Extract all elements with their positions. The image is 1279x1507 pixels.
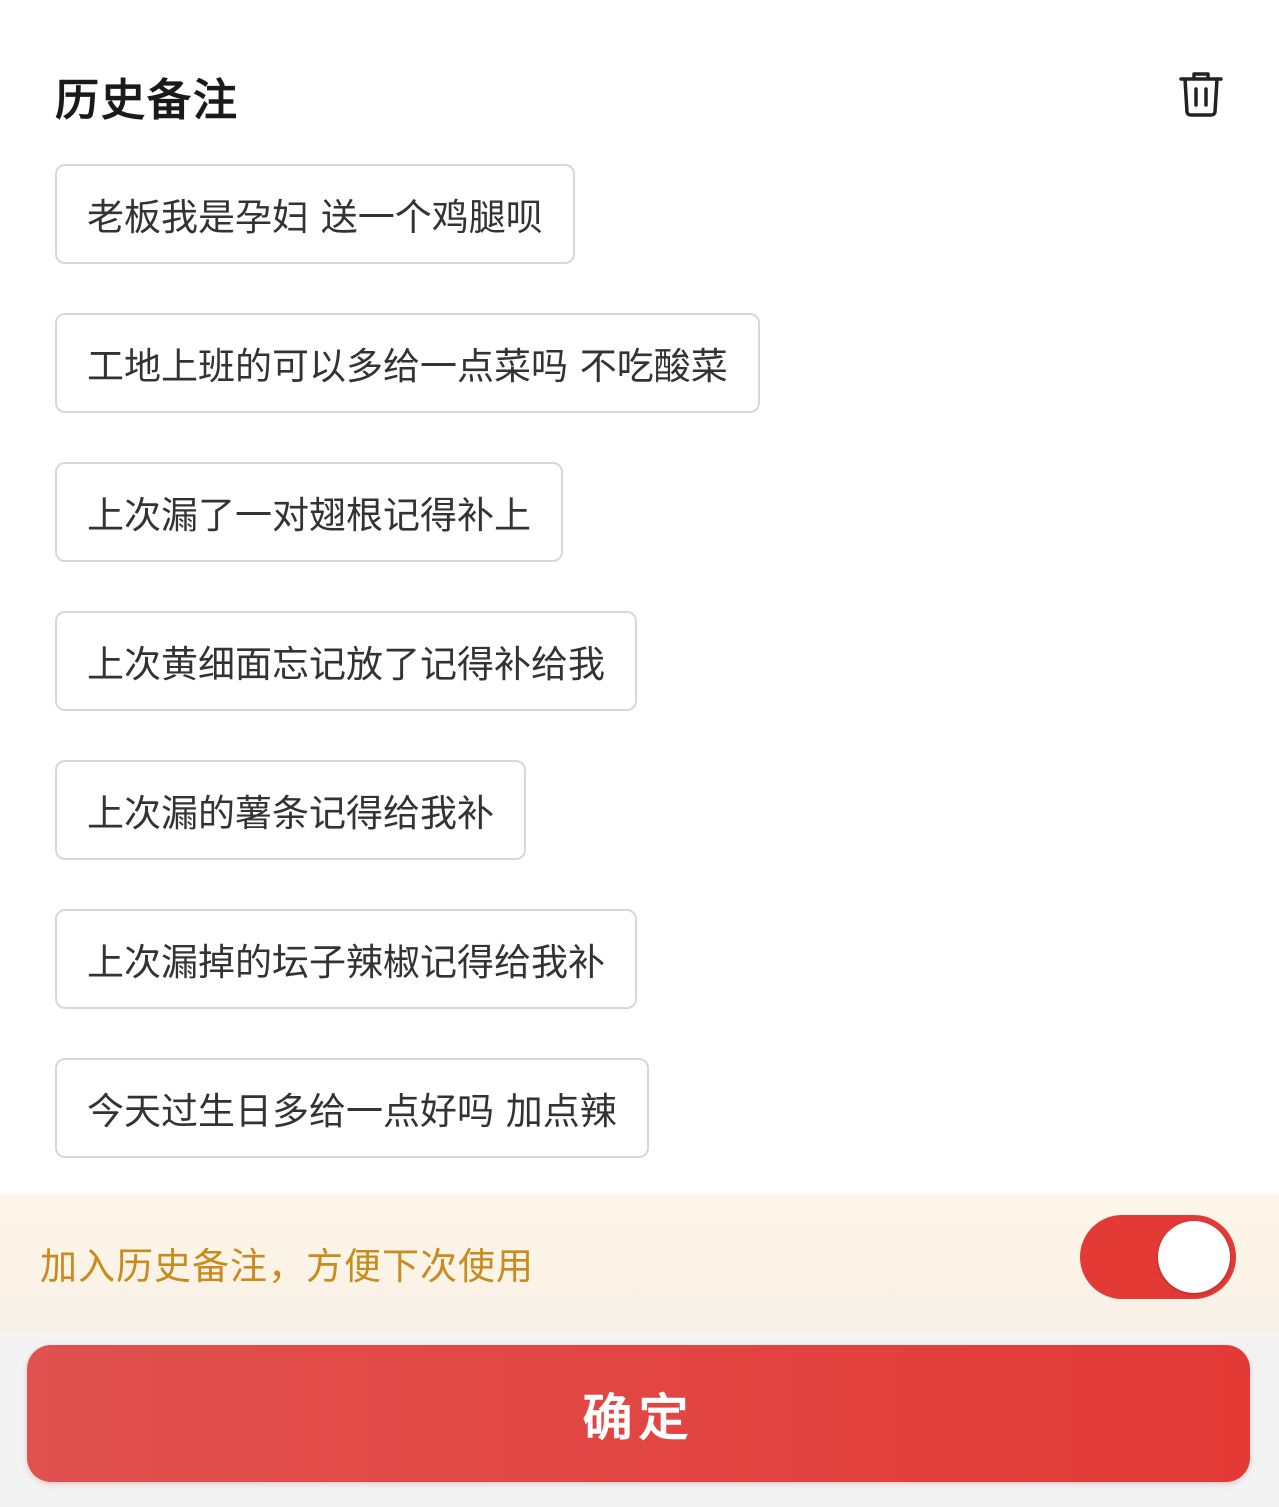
trash-icon [1179, 72, 1223, 117]
header: 历史备注 [55, 58, 1225, 128]
save-to-history-bar: 加入历史备注，方便下次使用 [0, 1194, 1279, 1334]
confirm-button[interactable]: 确定 [27, 1345, 1250, 1482]
history-note-chip[interactable]: 今天过生日多给一点好吗 加点辣 [55, 1058, 649, 1158]
history-note-chip[interactable]: 上次黄细面忘记放了记得补给我 [55, 611, 637, 711]
clear-history-button[interactable] [1177, 68, 1225, 120]
history-note-chip[interactable]: 上次漏了一对翅根记得补上 [55, 462, 563, 562]
history-note-chip[interactable]: 工地上班的可以多给一点菜吗 不吃酸菜 [55, 313, 760, 413]
history-note-chip[interactable]: 上次漏的薯条记得给我补 [55, 760, 526, 860]
save-to-history-toggle[interactable] [1080, 1215, 1236, 1299]
save-to-history-label: 加入历史备注，方便下次使用 [40, 1245, 534, 1288]
history-note-chip[interactable]: 上次漏掉的坛子辣椒记得给我补 [55, 909, 637, 1009]
page-title: 历史备注 [55, 75, 239, 126]
history-note-chip[interactable]: 老板我是孕妇 送一个鸡腿呗 [55, 164, 575, 264]
history-notes-list: 老板我是孕妇 送一个鸡腿呗 工地上班的可以多给一点菜吗 不吃酸菜 上次漏了一对翅… [55, 164, 1225, 1207]
toggle-knob [1158, 1221, 1230, 1293]
bottom-action-area: 确定 [0, 1334, 1279, 1507]
